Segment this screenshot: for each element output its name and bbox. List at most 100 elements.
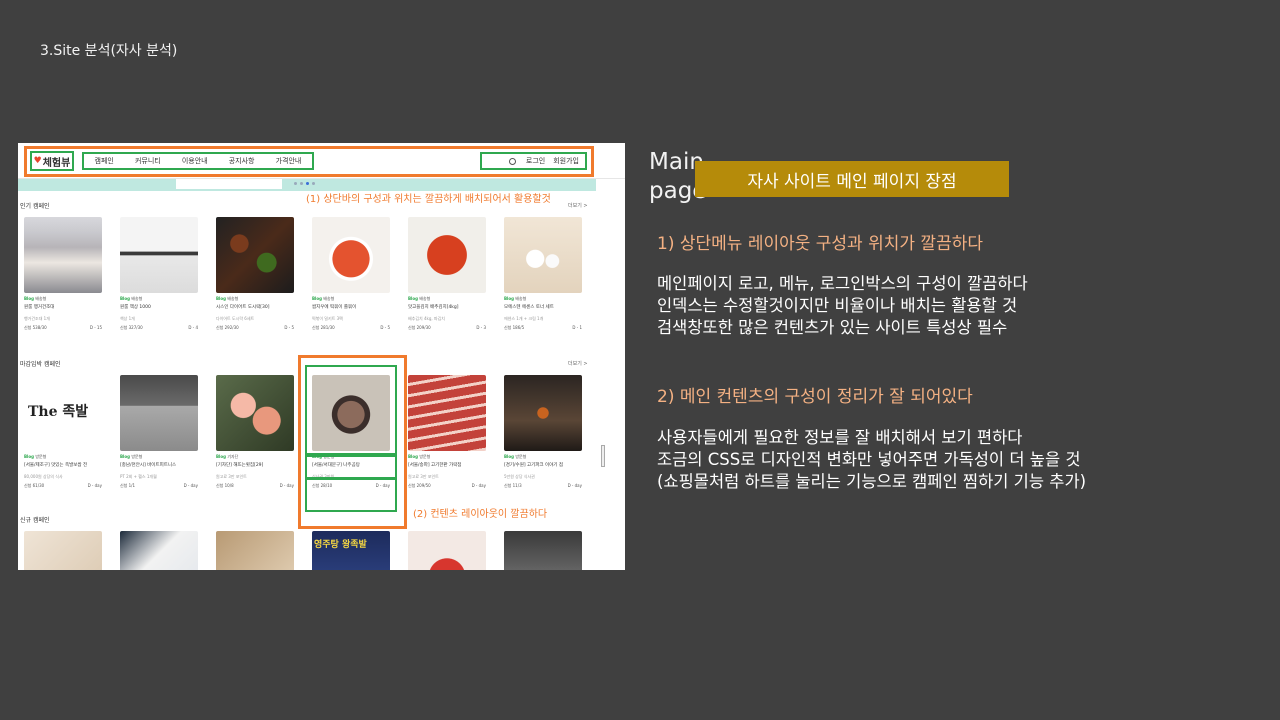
campaign-card[interactable]: The 족발 Blog 방문형 [서울/제조구] 맛있는 족발보쌈 전 80,000원…: [24, 375, 106, 489]
campaign-title[interactable]: 원룸 책상 1000: [120, 304, 202, 310]
campaign-title[interactable]: 모에스텐 에센스 토너 세트: [504, 304, 586, 310]
campaign-type-tag: Blog 배송형: [312, 296, 335, 301]
campaign-image[interactable]: 영주탕 왕족발: [312, 531, 390, 570]
campaign-card[interactable]: Blog 기자단 [기자단] 해뜨는횟집[29] 원고료 3만 포인트 신청 10/8…: [216, 375, 298, 489]
campaign-type-tag: Blog 방문형: [120, 454, 143, 459]
campaign-card[interactable]: Blog 배송형모에스텐 에센스 토너 세트에센스 1개 + 크림 1개신청 1…: [504, 217, 586, 331]
campaign-title[interactable]: [서울/제조구] 맛있는 족발보쌈 전: [24, 462, 106, 468]
scrollbar[interactable]: [601, 445, 605, 467]
campaign-desc: 행거건조대 1개: [24, 316, 50, 321]
campaign-desc: 책상 1개: [120, 316, 135, 321]
campaign-image[interactable]: [24, 531, 102, 570]
campaign-card[interactable]: [408, 531, 490, 570]
campaign-applicants: 신청 61/30: [24, 483, 45, 488]
campaign-image[interactable]: [216, 217, 294, 293]
campaign-desc: 에센스 1개 + 크림 1개: [504, 316, 544, 321]
heading-1: 1) 상단메뉴 레이아웃 구성과 위치가 깔끔하다: [657, 234, 983, 254]
campaign-image[interactable]: The 족발: [24, 375, 102, 451]
campaign-card[interactable]: Blog 배송형 시스인 다이어트 도시락[30] 다이어트 도시락 6세트 신청 2…: [216, 217, 298, 331]
campaign-card[interactable]: Blog 배송형쌈지우에 떡볶이 쫄볶이떡볶이 밀키트 3팩신청 281/30 D…: [312, 217, 394, 331]
annotation-top-nav: (1) 상단바의 구성과 위치는 깔끔하게 배치되어서 활용할것: [306, 194, 551, 205]
heading-2: 2) 메인 컨텐츠의 구성이 정리가 잘 되어있다: [657, 387, 973, 407]
section-title: 마감임박 캠페인: [20, 361, 61, 368]
campaign-image[interactable]: [408, 375, 486, 451]
campaign-card[interactable]: Blog 방문형 [경기/수원] 고기파크 이야기 점 5만원 상당 식사권 신청 1…: [504, 375, 586, 489]
top-nav-highlight-box: [24, 146, 594, 177]
slide-title: 3.Site 분석(자사 분석): [40, 43, 178, 59]
campaign-image[interactable]: [120, 217, 198, 293]
campaign-dday: D - 3: [476, 325, 486, 330]
campaign-image[interactable]: [312, 217, 390, 293]
campaign-dday: D - day: [183, 483, 198, 488]
more-link[interactable]: 더보기 >: [568, 202, 588, 209]
campaign-dday: D - 5: [284, 325, 294, 330]
campaign-card[interactable]: Blog 배송형원룸 행거건조대행거건조대 1개신청 538/30 D - 15: [24, 217, 106, 331]
sign-text: 영주탕 왕족발: [314, 540, 367, 550]
campaign-title[interactable]: [기자단] 해뜨는횟집[29]: [216, 462, 298, 468]
campaign-image[interactable]: [408, 531, 486, 570]
campaign-dday: D - day: [87, 483, 102, 488]
campaign-image[interactable]: [504, 531, 582, 570]
campaign-image[interactable]: [24, 217, 102, 293]
section-title: 신규 캠페인: [20, 517, 50, 524]
paragraph-1: 메인페이지 로고, 메뉴, 로그인박스의 구성이 깔끔하다 인덱스는 수정할것이…: [657, 273, 1028, 339]
campaign-applicants: 신청 538/30: [24, 325, 47, 330]
more-link[interactable]: 더보기 >: [568, 360, 588, 367]
campaign-title[interactable]: 시스인 다이어트 도시락[30]: [216, 304, 298, 310]
paragraph-1-line: 인덱스는 수정할것이지만 비율이나 배치는 활용할 것: [657, 296, 1018, 315]
campaign-dday: D - day: [279, 483, 294, 488]
campaign-image[interactable]: [120, 375, 198, 451]
website-screenshot: ♥ 체험뷰 캠페인 커뮤니티 이용안내 공지사항 가격안내 로그인 회원가입 (…: [18, 143, 625, 570]
campaign-title[interactable]: [충남/천안시] 바이트피트니스: [120, 462, 202, 468]
campaign-type-tag: Blog 방문형: [408, 454, 431, 459]
paragraph-2: 사용자들에게 필요한 정보를 잘 배치해서 보기 편하다 조금의 CSS로 디자…: [657, 427, 1086, 493]
campaign-title[interactable]: 쌈지우에 떡볶이 쫄볶이: [312, 304, 394, 310]
campaign-applicants: 신청 327/30: [120, 325, 143, 330]
campaign-image[interactable]: [408, 217, 486, 293]
paragraph-2-line: 사용자들에게 필요한 정보를 잘 배치해서 보기 편하다: [657, 428, 1023, 447]
campaign-image[interactable]: [216, 375, 294, 451]
campaign-dday: D - day: [567, 483, 582, 488]
paragraph-1-line: 메인페이지 로고, 메뉴, 로그인박스의 구성이 깔끔하다: [657, 274, 1028, 293]
campaign-applicants: 신청 209/50: [408, 483, 431, 488]
campaign-dday: D - day: [471, 483, 486, 488]
campaign-card[interactable]: Blog 방문형 [서울/송파] 고기한판 가락점 원고료 3만 포인트 신청 209…: [408, 375, 490, 489]
campaign-applicants: 신청 186/5: [504, 325, 525, 330]
campaign-card[interactable]: Blog 배송형 원룸 책상 1000 책상 1개 신청 327/30 D - 4: [120, 217, 202, 331]
campaign-logo-text: The 족발: [28, 404, 89, 420]
campaign-title[interactable]: [서울/송파] 고기한판 가락점: [408, 462, 490, 468]
campaign-card[interactable]: [216, 531, 298, 570]
campaign-image[interactable]: [120, 531, 198, 570]
campaign-image[interactable]: [504, 217, 582, 293]
campaign-type-tag: Blog 배송형: [24, 296, 47, 301]
campaign-image[interactable]: [504, 375, 582, 451]
campaign-desc: PT 2회 + 헬스 1개월: [120, 474, 157, 479]
campaign-image[interactable]: [216, 531, 294, 570]
site-top-nav: ♥ 체험뷰 캠페인 커뮤니티 이용안내 공지사항 가격안내 로그인 회원가입: [18, 143, 625, 179]
campaign-dday: D - 15: [89, 325, 102, 330]
campaign-dday: D - 5: [380, 325, 390, 330]
annotation-content: (2) 컨텐츠 레이아웃이 깔끔하다: [413, 509, 548, 520]
campaign-dday: D - 1: [572, 325, 582, 330]
campaign-card[interactable]: Blog 배송형 맛고을김치 배추김치[4kg] 배추김치 4kg, 파김치 신청 2…: [408, 217, 490, 331]
banner-dots[interactable]: [294, 182, 315, 185]
card-image-highlight: [305, 365, 397, 455]
campaign-card[interactable]: 영주탕 왕족발: [312, 531, 394, 570]
campaign-type-tag: Blog 방문형: [24, 454, 47, 459]
campaign-title[interactable]: 원룸 행거건조대: [24, 304, 106, 310]
campaign-desc: 떡볶이 밀키트 3팩: [312, 316, 343, 321]
campaign-applicants: 신청 281/30: [312, 325, 335, 330]
campaign-card[interactable]: [504, 531, 586, 570]
campaign-dday: D - 4: [188, 325, 198, 330]
card-title-highlight: [305, 455, 397, 479]
campaign-card[interactable]: [24, 531, 106, 570]
campaign-applicants: 신청 1/1: [120, 483, 136, 488]
campaign-applicants: 신청 10/8: [216, 483, 234, 488]
campaign-card[interactable]: Blog 방문형 [충남/천안시] 바이트피트니스 PT 2회 + 헬스 1개월신청…: [120, 375, 202, 489]
paragraph-2-line: 조금의 CSS로 디자인적 변화만 넣어주면 가독성이 더 높을 것: [657, 450, 1081, 469]
campaign-title[interactable]: 맛고을김치 배추김치[4kg]: [408, 304, 490, 310]
campaign-title[interactable]: [경기/수원] 고기파크 이야기 점: [504, 462, 586, 468]
campaign-card[interactable]: [120, 531, 202, 570]
campaign-type-tag: Blog 배송형: [504, 296, 527, 301]
campaign-applicants: 신청 292/30: [216, 325, 239, 330]
